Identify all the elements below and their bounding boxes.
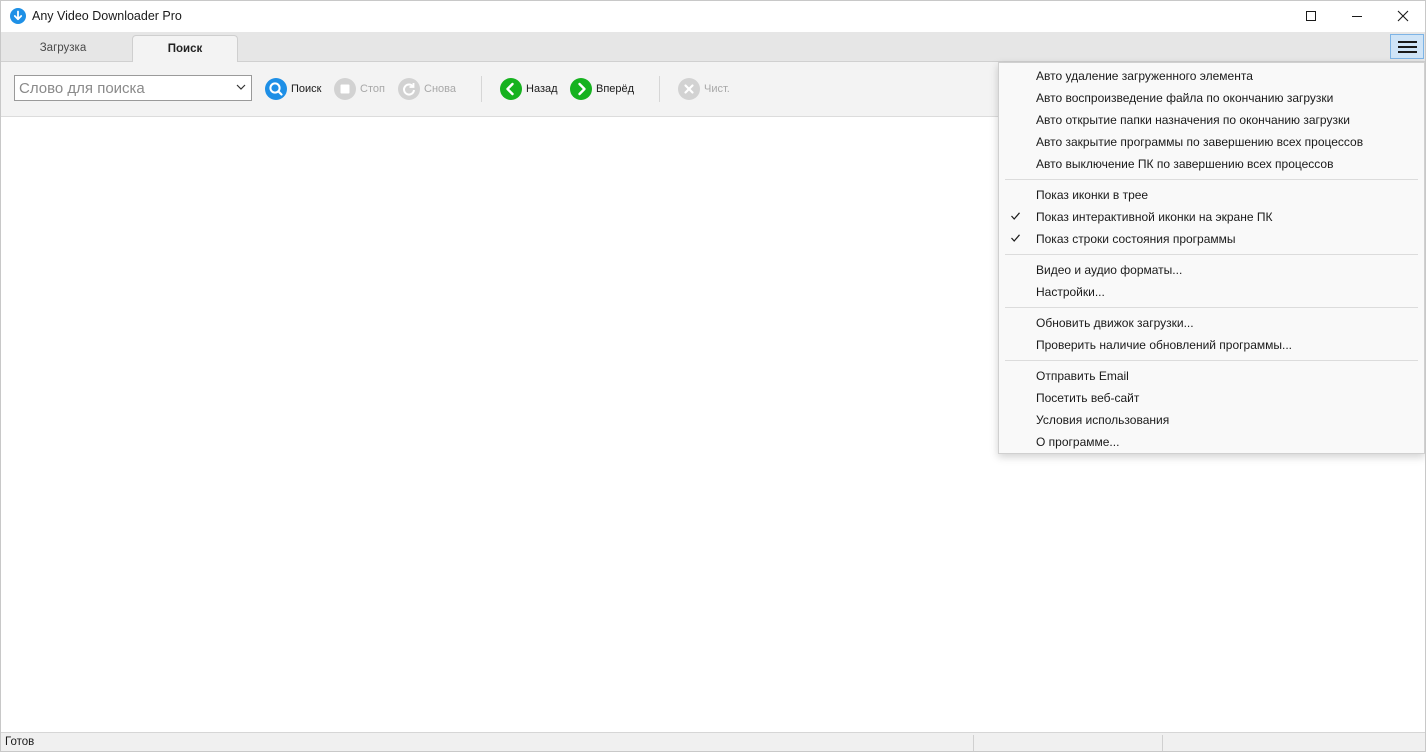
- window-title: Any Video Downloader Pro: [32, 9, 182, 23]
- magnifier-icon: [265, 78, 287, 100]
- app-window: Any Video Downloader Pro Загрузка Поиск …: [0, 0, 1426, 752]
- checkmark-icon: [1011, 212, 1020, 220]
- menu-item-auto-play[interactable]: Авто воспроизведение файла по окончанию …: [999, 87, 1424, 109]
- status-divider: [973, 735, 974, 751]
- stop-button-label: Стоп: [360, 83, 385, 95]
- menu-item-auto-delete[interactable]: Авто удаление загруженного элемента: [999, 65, 1424, 87]
- chevron-down-icon[interactable]: [236, 83, 246, 91]
- back-button[interactable]: Назад: [500, 77, 558, 101]
- menu-separator: [1005, 254, 1418, 255]
- menu-item-visit-website[interactable]: Посетить веб-сайт: [999, 387, 1424, 409]
- clear-button-label: Чист.: [704, 83, 730, 95]
- close-x-icon: [678, 78, 700, 100]
- stop-square-icon: [334, 78, 356, 100]
- again-button-label: Снова: [424, 83, 456, 95]
- hamburger-icon: [1398, 41, 1417, 43]
- main-menu-button[interactable]: [1390, 34, 1424, 59]
- forward-button-label: Вперёд: [596, 83, 635, 95]
- close-window-button[interactable]: [1380, 1, 1425, 32]
- chevron-right-icon: [570, 78, 592, 100]
- close-icon: [1397, 10, 1409, 22]
- menu-item-about[interactable]: О программе...: [999, 431, 1424, 453]
- search-button-label: Поиск: [291, 83, 322, 95]
- menu-separator: [1005, 179, 1418, 180]
- forward-button[interactable]: Вперёд: [570, 77, 634, 101]
- tab-strip: Загрузка Поиск: [1, 32, 1425, 62]
- maximize-icon: [1306, 11, 1316, 21]
- title-bar: Any Video Downloader Pro: [1, 1, 1425, 32]
- maximize-button[interactable]: [1288, 1, 1334, 32]
- status-bar: Готов: [1, 732, 1425, 751]
- download-arrow-icon: [10, 8, 26, 24]
- menu-item-check-updates[interactable]: Проверить наличие обновлений программы..…: [999, 334, 1424, 356]
- menu-item-auto-open-folder[interactable]: Авто открытие папки назначения по оконча…: [999, 109, 1424, 131]
- tab-search[interactable]: Поиск: [132, 35, 238, 62]
- menu-item-send-email[interactable]: Отправить Email: [999, 365, 1424, 387]
- status-divider: [1162, 735, 1163, 751]
- menu-separator: [1005, 360, 1418, 361]
- menu-item-settings[interactable]: Настройки...: [999, 281, 1424, 303]
- toolbar-divider: [481, 76, 482, 102]
- search-input[interactable]: [19, 78, 229, 98]
- stop-button[interactable]: Стоп: [334, 77, 385, 101]
- tab-download[interactable]: Загрузка: [3, 35, 123, 61]
- search-combobox[interactable]: [14, 75, 252, 101]
- checkmark-icon: [1011, 234, 1020, 242]
- menu-separator: [1005, 307, 1418, 308]
- main-menu-dropdown: Авто удаление загруженного элемента Авто…: [998, 62, 1425, 454]
- refresh-icon: [398, 78, 420, 100]
- menu-item-auto-shutdown[interactable]: Авто выключение ПК по завершению всех пр…: [999, 153, 1424, 175]
- menu-item-terms[interactable]: Условия использования: [999, 409, 1424, 431]
- menu-item-interactive-icon[interactable]: Показ интерактивной иконки на экране ПК: [999, 206, 1424, 228]
- minimize-icon: [1352, 16, 1362, 17]
- minimize-button[interactable]: [1334, 1, 1380, 32]
- chevron-left-icon: [500, 78, 522, 100]
- menu-item-update-engine[interactable]: Обновить движок загрузки...: [999, 312, 1424, 334]
- back-button-label: Назад: [526, 83, 558, 95]
- menu-item-formats[interactable]: Видео и аудио форматы...: [999, 259, 1424, 281]
- toolbar-divider: [659, 76, 660, 102]
- search-button[interactable]: Поиск: [265, 77, 321, 101]
- clear-button[interactable]: Чист.: [678, 77, 730, 101]
- again-button[interactable]: Снова: [398, 77, 456, 101]
- menu-item-auto-close[interactable]: Авто закрытие программы по завершению вс…: [999, 131, 1424, 153]
- menu-item-status-bar[interactable]: Показ строки состояния программы: [999, 228, 1424, 250]
- menu-item-tray-icon[interactable]: Показ иконки в трее: [999, 184, 1424, 206]
- status-text: Готов: [5, 736, 35, 748]
